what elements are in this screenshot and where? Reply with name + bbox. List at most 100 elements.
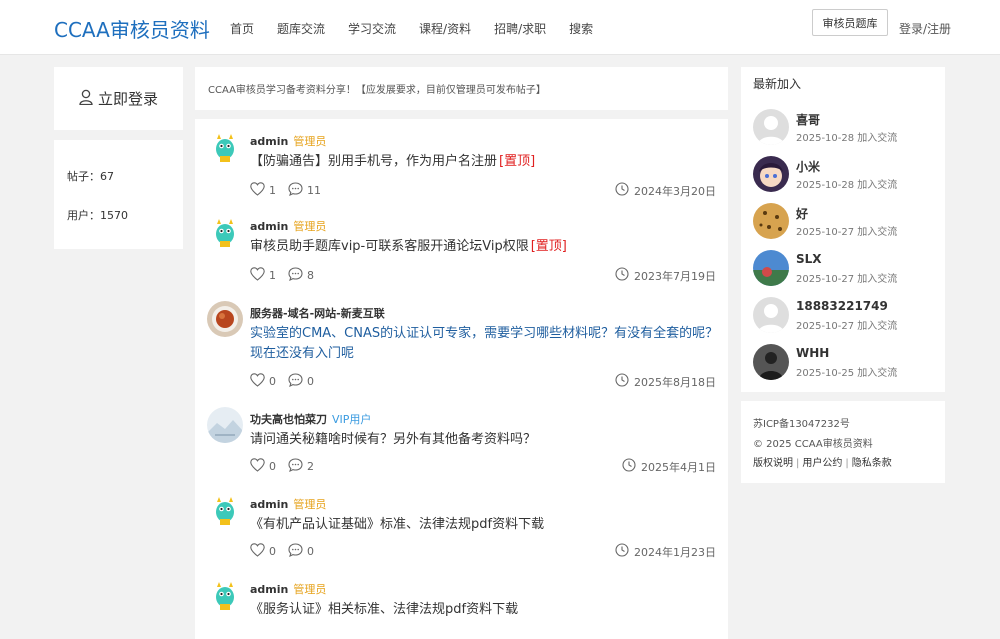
auditor-bank-button[interactable]: 审核员题库 [812,9,888,36]
login-register-link[interactable]: 登录/注册 [899,20,951,37]
login-label: 立即登录 [97,90,158,108]
author-name[interactable]: admin [250,498,288,511]
comment-count: 0 [307,545,314,558]
post-title-text[interactable]: 《有机产品认证基础》标准、法律法规pdf资料下载 [250,517,544,532]
post-author: admin 管理员 [250,218,326,234]
post-date: 2025年4月1日 [622,458,716,475]
post-date: 2025年8月18日 [615,373,716,390]
member-name[interactable]: SLX [796,252,822,266]
member-item[interactable]: SLX 2025-10-27 加入交流 [753,250,943,290]
post-date: 2024年1月23日 [615,543,716,560]
dark-photo-avatar[interactable] [753,344,789,380]
nav-home[interactable]: 首页 [230,20,254,37]
role-badge: 管理员 [293,220,327,233]
author-name[interactable]: 功夫高也怕菜刀 [250,413,327,426]
heart-icon[interactable] [250,373,265,390]
member-name[interactable]: 小米 [796,158,820,175]
heart-icon[interactable] [250,543,265,560]
latest-title: 最新加入 [753,77,802,91]
comment-icon[interactable] [288,267,303,284]
default-avatar[interactable] [753,297,789,333]
heart-icon[interactable] [250,458,265,475]
post-title[interactable]: 请问通关秘籍啥时候有？另外有其他备考资料吗？ [250,430,720,450]
default-avatar[interactable] [753,109,789,145]
tea-cup-avatar[interactable] [207,301,243,337]
icp-number[interactable]: 苏ICP备13047232号 [753,415,850,430]
member-name[interactable]: WHH [796,346,829,360]
post-meta: 0 0 [250,543,322,560]
dragon-avatar[interactable] [207,129,243,165]
post-author: 功夫高也怕菜刀 VIP用户 [250,411,371,427]
nav-question-bank[interactable]: 题库交流 [277,20,325,37]
clock-icon [615,182,629,199]
member-item[interactable]: 小米 2025-10-28 加入交流 [753,156,943,196]
author-name[interactable]: admin [250,220,288,233]
nav-study[interactable]: 学习交流 [348,20,396,37]
author-name[interactable]: admin [250,583,288,596]
comment-icon[interactable] [288,182,303,199]
post-title-text[interactable]: 审核员助手题库vip-可联系客服开通论坛Vip权限 [250,239,529,254]
role-badge: 管理员 [293,583,327,596]
post-title[interactable]: 【防骗通告】别用手机号，作为用户名注册 [置顶] [250,152,720,172]
post-title[interactable]: 实验室的CMA、CNAS的认证认可专家，需要学习哪些材料呢？有没有全套的呢？现在… [250,324,720,364]
copyright-notice-link[interactable]: 版权说明 [753,458,793,469]
post-title-text[interactable]: 请问通关秘籍啥时候有？另外有其他备考资料吗？ [250,432,536,447]
heart-icon[interactable] [250,182,265,199]
member-join-date: 2025-10-28 加入交流 [796,180,898,191]
post-author: admin 管理员 [250,133,326,149]
comment-icon[interactable] [288,458,303,475]
separator: | [845,458,849,469]
anime-girl-avatar[interactable] [753,156,789,192]
scenery-avatar[interactable] [753,250,789,286]
comment-count: 0 [307,375,314,388]
dragon-avatar[interactable] [207,214,243,250]
role-badge: VIP用户 [332,413,372,426]
privacy-link[interactable]: 隐私条款 [852,458,892,469]
nav-search[interactable]: 搜索 [569,20,593,37]
user-icon [79,89,93,108]
author-name[interactable]: admin [250,135,288,148]
dragon-avatar[interactable] [207,577,243,613]
post-title-text[interactable]: 实验室的CMA、CNAS的认证认可专家，需要学习哪些材料呢？有没有全套的呢？现在… [250,326,718,361]
member-item[interactable]: WHH 2025-10-25 加入交流 [753,344,943,384]
post-meta: 1 11 [250,182,329,199]
latest-members-card: 最新加入 喜哥 2025-10-28 加入交流 小米 2025-10-28 加入… [741,67,945,392]
role-badge: 管理员 [293,135,327,148]
comment-icon[interactable] [288,543,303,560]
post-meta: 0 0 [250,373,322,390]
dragon-avatar[interactable] [207,492,243,528]
post-meta: 0 2 [250,458,322,475]
pinned-tag: [置顶] [499,154,536,169]
member-name[interactable]: 好 [796,205,808,222]
member-item[interactable]: 好 2025-10-27 加入交流 [753,203,943,243]
user-agreement-link[interactable]: 用户公约 [802,458,842,469]
date-text: 2023年7月19日 [634,269,716,283]
post-title-text[interactable]: 《服务认证》相关标准、法律法规pdf资料下载 [250,602,518,617]
user-count: 用户：1570 [67,209,128,222]
member-join-date: 2025-10-28 加入交流 [796,133,898,144]
comment-icon[interactable] [288,373,303,390]
nav-courses[interactable]: 课程/资料 [419,20,471,37]
post-title[interactable]: 《有机产品认证基础》标准、法律法规pdf资料下载 [250,515,720,535]
main-nav: 首页 题库交流 学习交流 课程/资料 招聘/求职 搜索 [230,20,616,37]
post-title-text[interactable]: 【防骗通告】别用手机号，作为用户名注册 [250,154,497,169]
member-name[interactable]: 18883221749 [796,299,888,313]
post-date: 2023年7月19日 [615,267,716,284]
post-title[interactable]: 《服务认证》相关标准、法律法规pdf资料下载 [250,600,720,620]
author-name[interactable]: 服务器-域名-网站-新麦互联 [250,307,385,320]
post-count: 帖子：67 [67,170,114,183]
member-name[interactable]: 喜哥 [796,111,820,128]
like-count: 0 [269,460,276,473]
nav-jobs[interactable]: 招聘/求职 [494,20,546,37]
post-title[interactable]: 审核员助手题库vip-可联系客服开通论坛Vip权限 [置顶] [250,237,720,257]
cheetah-avatar[interactable] [753,203,789,239]
landscape-avatar[interactable] [207,407,243,443]
site-logo[interactable]: CCAA审核员资料 [54,14,210,43]
member-item[interactable]: 喜哥 2025-10-28 加入交流 [753,109,943,149]
like-count: 1 [269,184,276,197]
heart-icon[interactable] [250,267,265,284]
member-join-date: 2025-10-27 加入交流 [796,321,898,332]
login-card[interactable]: 立即登录 [54,67,183,130]
comment-count: 8 [307,269,314,282]
member-item[interactable]: 18883221749 2025-10-27 加入交流 [753,297,943,337]
